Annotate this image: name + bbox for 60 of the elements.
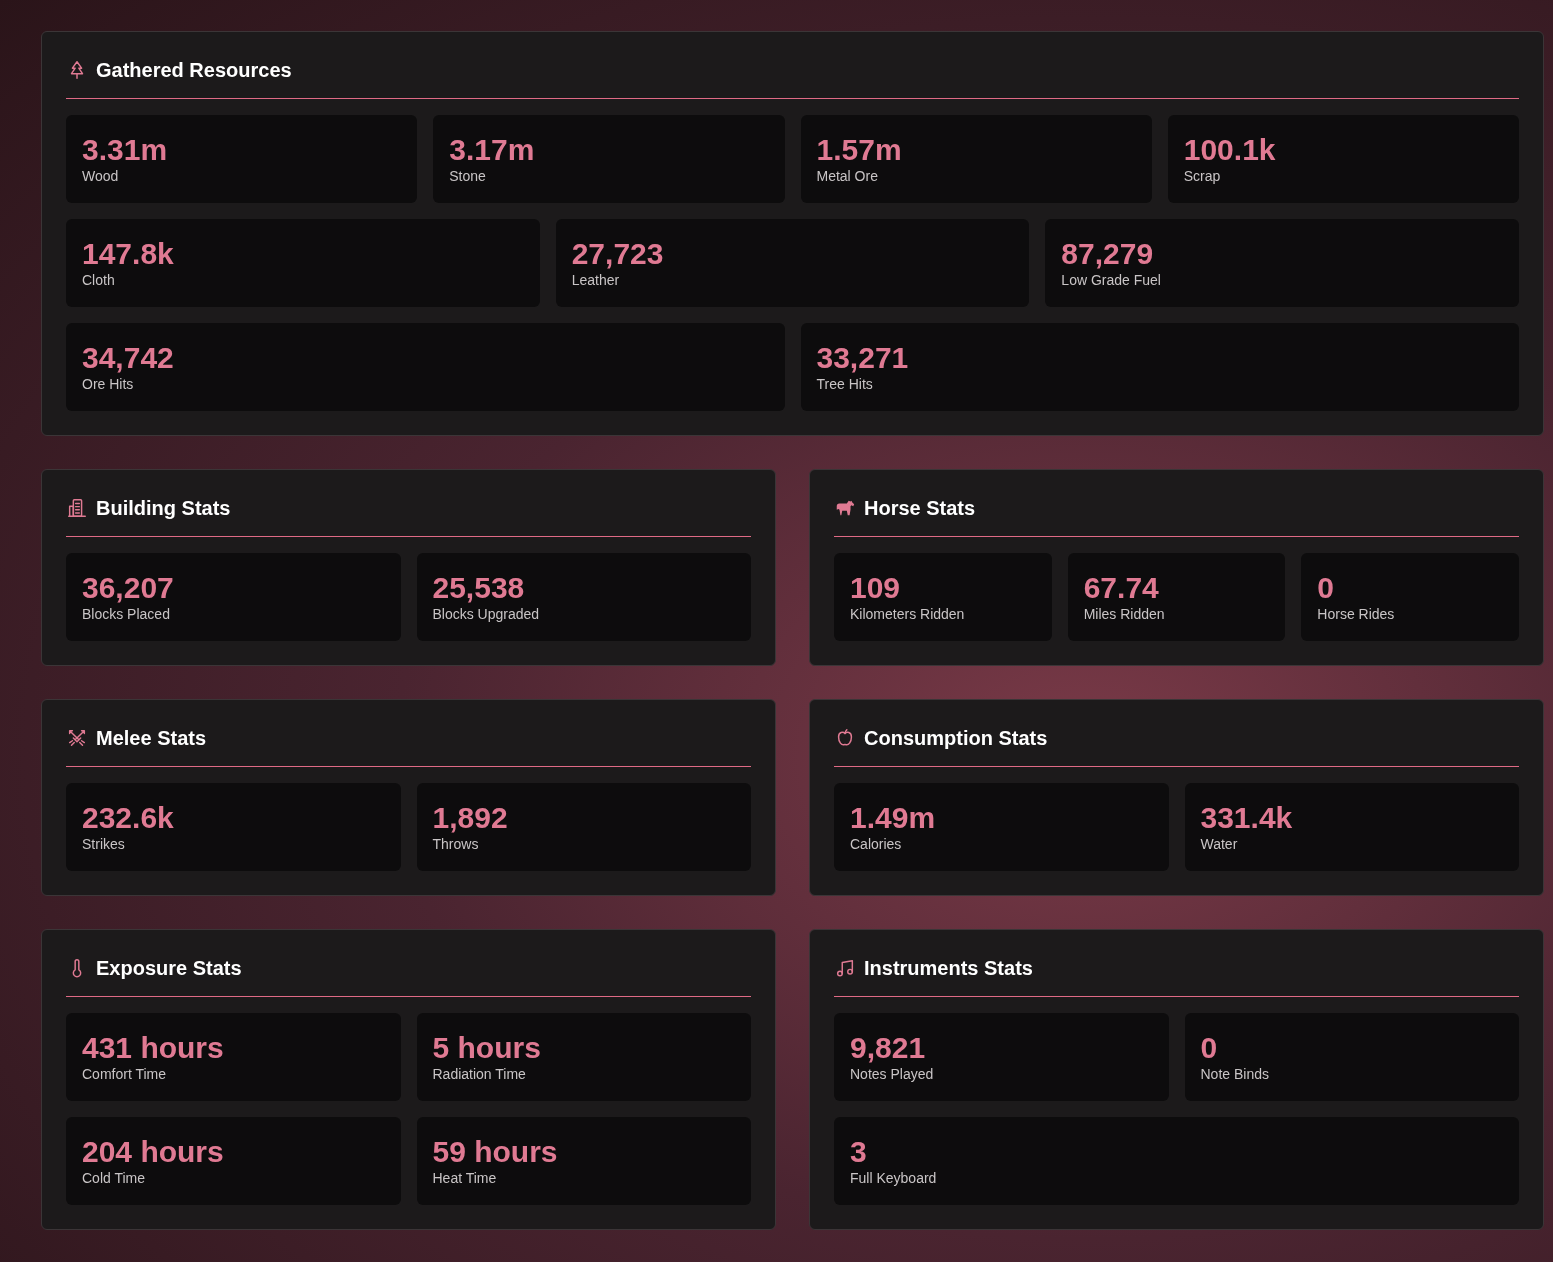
stat-value: 3 — [850, 1135, 868, 1169]
stat-label: Cloth — [82, 271, 116, 289]
stat-label: Kilometers Ridden — [850, 605, 966, 623]
stat-value: 109 — [850, 571, 902, 605]
stat-value: 100.1k — [1183, 133, 1277, 167]
stat-label: Strikes — [82, 835, 126, 853]
stat-value: 0 — [1200, 1031, 1219, 1065]
stat-label: Note Binds — [1200, 1065, 1270, 1083]
panel-title: Instruments Stats — [864, 958, 1033, 978]
panel-title: Horse Stats — [864, 498, 976, 518]
stat-value: 5 hours — [432, 1031, 542, 1065]
stat-value: 1,892 — [432, 801, 509, 835]
stat-value: 34,742 — [82, 341, 175, 375]
music-notes-icon — [834, 957, 856, 979]
stat-label: Blocks Placed — [82, 605, 171, 623]
stat-value: 87,279 — [1061, 237, 1155, 271]
stat-label: Notes Played — [850, 1065, 935, 1083]
stat-value: 36,207 — [82, 571, 175, 605]
stat-value: 33,271 — [816, 341, 910, 375]
panel-title: Exposure Stats — [96, 958, 242, 978]
stat-value: 9,821 — [850, 1031, 927, 1065]
stat-label: Tree Hits — [816, 375, 874, 393]
stat-label: Cold Time — [82, 1169, 147, 1187]
stat-value: 147.8k — [82, 237, 175, 271]
stat-value: 3.31m — [82, 133, 169, 167]
stat-value: 431 hours — [82, 1031, 225, 1065]
stat-value: 67.74 — [1083, 571, 1160, 605]
stat-label: Horse Rides — [1317, 605, 1396, 623]
panel-title: Melee Stats — [96, 728, 207, 748]
stat-label: Metal Ore — [816, 167, 879, 185]
stat-value: 25,538 — [432, 571, 526, 605]
stat-label: Ore Hits — [82, 375, 135, 393]
stat-label: Stone — [449, 167, 487, 185]
crossed-swords-icon — [66, 727, 88, 749]
stat-label: Radiation Time — [432, 1065, 527, 1083]
stat-label: Water — [1200, 835, 1239, 853]
panel-title: Gathered Resources — [96, 60, 292, 80]
stat-label: Miles Ridden — [1083, 605, 1166, 623]
stat-value: 232.6k — [82, 801, 175, 835]
stat-label: Heat Time — [432, 1169, 498, 1187]
stat-label: Blocks Upgraded — [432, 605, 541, 623]
stat-label: Comfort Time — [82, 1065, 167, 1083]
stat-label: Throws — [432, 835, 480, 853]
stat-value: 204 hours — [82, 1135, 225, 1169]
stat-label: Full Keyboard — [850, 1169, 938, 1187]
stat-label: Low Grade Fuel — [1061, 271, 1162, 289]
stat-value: 331.4k — [1200, 801, 1294, 835]
stat-label: Wood — [82, 167, 120, 185]
panel-title: Consumption Stats — [864, 728, 1048, 748]
stat-value: 27,723 — [571, 237, 665, 271]
panel-title: Building Stats — [96, 498, 231, 518]
stat-value: 0 — [1317, 571, 1336, 605]
stat-value: 59 hours — [432, 1135, 559, 1169]
building-icon — [66, 497, 88, 519]
stat-value: 1.57m — [816, 133, 903, 167]
stat-label: Calories — [850, 835, 903, 853]
stat-value: 1.49m — [850, 801, 937, 835]
stat-label: Leather — [571, 271, 621, 289]
stat-label: Scrap — [1183, 167, 1222, 185]
stat-value: 3.17m — [449, 133, 536, 167]
